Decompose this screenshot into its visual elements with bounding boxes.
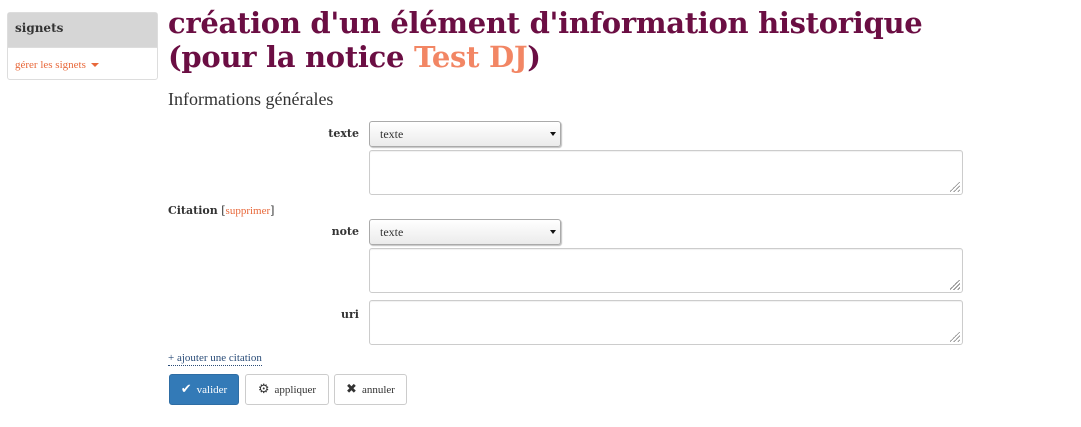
note-format-select[interactable]: texte [369, 219, 561, 245]
citation-heading: Citation [supprimer] [168, 204, 274, 217]
section-title: Informations générales [168, 89, 334, 109]
page-title-prefix: création d'un élément d'information hist… [168, 6, 923, 74]
texte-format-value: texte [380, 127, 404, 141]
bookmarks-panel-title: signets [8, 13, 157, 48]
validate-button[interactable]: ✔ valider [169, 374, 239, 405]
close-icon: ✖ [346, 382, 357, 397]
texte-label: texte [328, 127, 359, 140]
cancel-label: annuler [361, 383, 395, 396]
uri-label: uri [341, 308, 359, 321]
select-arrow-icon [550, 132, 556, 136]
add-citation-link[interactable]: + ajouter une citation [168, 352, 262, 366]
citation-label: Citation [168, 204, 218, 217]
apply-button[interactable]: ⚙ appliquer [245, 374, 329, 405]
page-title: création d'un élément d'information hist… [168, 6, 968, 74]
manage-bookmarks-link[interactable]: gérer les signets [15, 59, 99, 71]
validate-label: valider [196, 383, 228, 396]
note-format-value: texte [380, 225, 404, 239]
note-label: note [331, 225, 359, 238]
apply-label: appliquer [274, 383, 317, 396]
check-icon: ✔ [180, 382, 192, 397]
delete-citation-link[interactable]: supprimer [226, 205, 271, 217]
select-arrow-icon [550, 230, 556, 234]
resize-grip-icon[interactable] [950, 182, 960, 192]
texte-textarea[interactable] [369, 150, 963, 195]
cancel-button[interactable]: ✖ annuler [334, 374, 407, 405]
gear-icon: ⚙ [257, 382, 270, 397]
page-title-suffix: ) [527, 40, 541, 74]
manage-bookmarks-label: gérer les signets [15, 59, 86, 71]
note-textarea[interactable] [369, 248, 963, 293]
resize-grip-icon[interactable] [950, 280, 960, 290]
texte-format-select[interactable]: texte [369, 121, 561, 147]
bookmarks-panel-body: gérer les signets [8, 48, 157, 79]
uri-textarea[interactable] [369, 300, 963, 345]
caret-down-icon [90, 63, 99, 68]
bracket-close: ] [270, 204, 275, 217]
notice-link[interactable]: Test DJ [414, 40, 528, 74]
bookmarks-panel: signets gérer les signets [7, 12, 158, 80]
resize-grip-icon[interactable] [950, 332, 960, 342]
